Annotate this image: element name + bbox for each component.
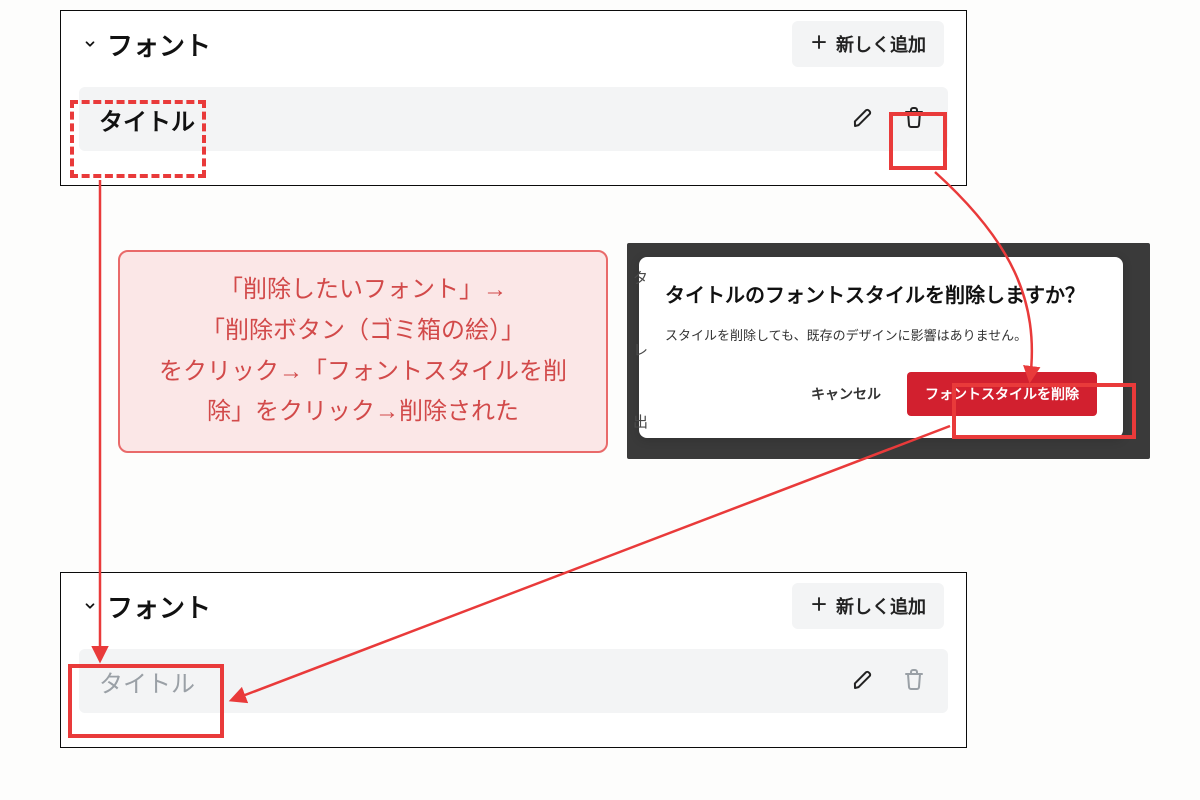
bg-glyph: レ	[633, 339, 648, 360]
edit-button[interactable]	[850, 667, 878, 695]
annotation-callout: 「削除したいフォント」→ 「削除ボタン（ゴミ箱の絵）」 をクリック→「フォントス…	[118, 250, 608, 453]
font-row-title: タイトル	[99, 664, 195, 699]
trash-icon	[902, 667, 926, 696]
font-row-title: タイトル	[99, 102, 195, 137]
confirm-delete-button[interactable]: フォントスタイルを削除	[907, 372, 1097, 416]
add-font-button[interactable]: 新しく追加	[792, 21, 944, 67]
font-row[interactable]: タイトル	[79, 87, 948, 151]
font-row[interactable]: タイトル	[79, 649, 948, 713]
row-actions	[850, 667, 928, 695]
panel-header-left[interactable]: フォント	[83, 588, 211, 625]
cancel-button[interactable]: キャンセル	[797, 374, 895, 414]
bg-glyph: タ	[633, 267, 648, 288]
dialog-backdrop: タ レ 出 タイトルのフォントスタイルを削除しますか？ スタイルを削除しても、既…	[627, 243, 1150, 459]
annotation-text: 「削除したいフォント」→ 「削除ボタン（ゴミ箱の絵）」 をクリック→「フォントス…	[144, 270, 582, 433]
chevron-down-icon	[83, 599, 97, 613]
panel-header: フォント 新しく追加	[61, 573, 966, 633]
chevron-down-icon	[83, 37, 97, 51]
dialog-description: スタイルを削除しても、既存のデザインに影響はありません。	[665, 325, 1097, 344]
trash-icon	[902, 105, 926, 134]
row-actions	[850, 105, 928, 133]
panel-title: フォント	[107, 26, 211, 63]
panel-header-left[interactable]: フォント	[83, 26, 211, 63]
add-font-button[interactable]: 新しく追加	[792, 583, 944, 629]
dialog-title: タイトルのフォントスタイルを削除しますか？	[665, 281, 1097, 311]
panel-title: フォント	[107, 588, 211, 625]
add-font-label: 新しく追加	[836, 31, 926, 57]
plus-icon	[810, 33, 828, 56]
font-panel-before: フォント 新しく追加 タイトル	[60, 10, 967, 186]
add-font-label: 新しく追加	[836, 593, 926, 619]
delete-button[interactable]	[900, 667, 928, 695]
pencil-icon	[852, 667, 876, 696]
bg-glyph: 出	[633, 411, 648, 432]
dialog-actions: キャンセル フォントスタイルを削除	[665, 372, 1097, 416]
edit-button[interactable]	[850, 105, 878, 133]
pencil-icon	[852, 105, 876, 134]
plus-icon	[810, 595, 828, 618]
panel-header: フォント 新しく追加	[61, 11, 966, 71]
confirm-dialog: タイトルのフォントスタイルを削除しますか？ スタイルを削除しても、既存のデザイン…	[639, 257, 1123, 438]
font-panel-after: フォント 新しく追加 タイトル	[60, 572, 967, 748]
delete-button[interactable]	[900, 105, 928, 133]
